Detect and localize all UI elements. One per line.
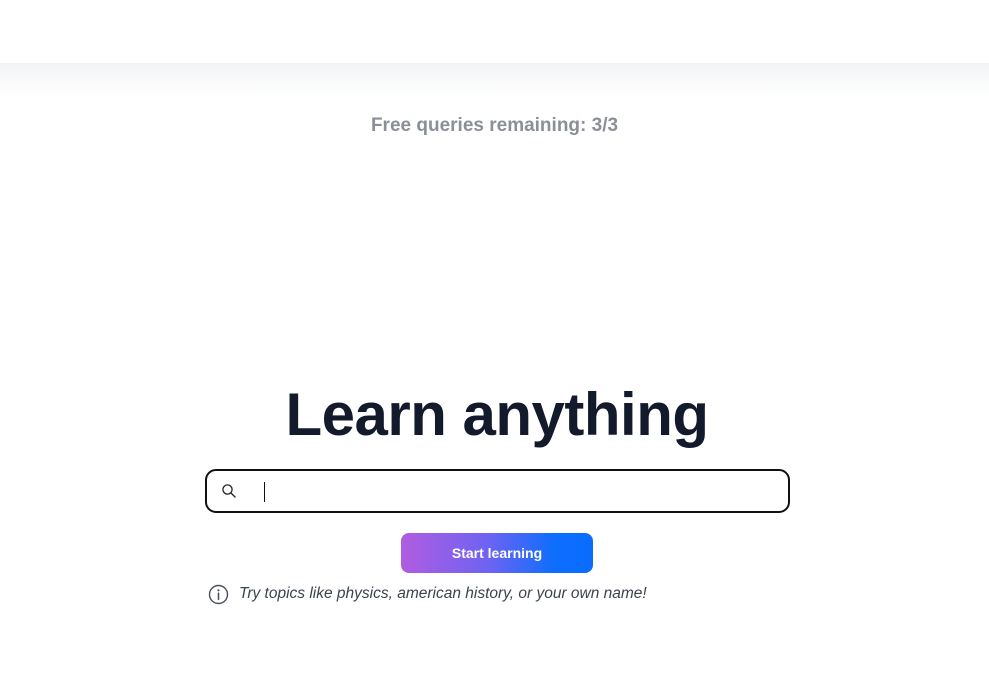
text-cursor [264, 482, 265, 502]
top-bar [0, 0, 989, 63]
hint-row: Try topics like physics, american histor… [208, 583, 647, 605]
free-queries-counter: Free queries remaining: 3/3 [370, 115, 619, 136]
start-learning-button[interactable]: Start learning [401, 533, 593, 573]
info-icon [208, 584, 229, 604]
search-icon [222, 484, 236, 498]
page-title: Learn anything [285, 381, 709, 448]
top-bar-shadow [0, 63, 989, 97]
hint-text: Try topics like physics, american histor… [239, 585, 647, 602]
search-input[interactable] [259, 477, 779, 505]
search-box[interactable] [205, 469, 790, 513]
